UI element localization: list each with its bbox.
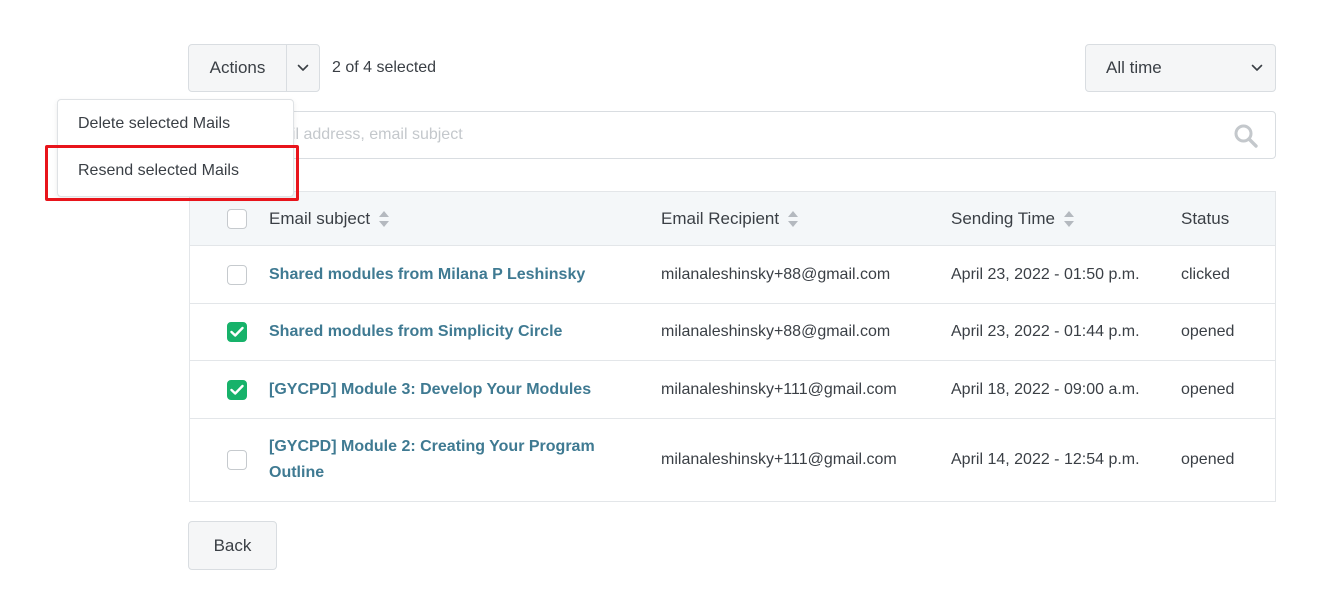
status-text: opened	[1181, 323, 1235, 340]
email-subject-link[interactable]: [GYCPD] Module 3: Develop Your Modules	[269, 377, 591, 403]
email-recipient: milanaleshinsky+111@gmail.com	[661, 380, 897, 398]
column-header-sending-time[interactable]: Sending Time	[951, 192, 1171, 245]
back-button[interactable]: Back	[188, 521, 277, 570]
email-subject-link[interactable]: [GYCPD] Module 2: Creating Your Program …	[269, 434, 609, 486]
column-header-label: Status	[1181, 208, 1230, 228]
email-recipient: milanaleshinsky+88@gmail.com	[661, 323, 891, 340]
checkmark-icon	[230, 384, 244, 395]
status-text: opened	[1181, 451, 1235, 468]
column-header-label: Email subject	[269, 208, 371, 228]
column-header-label: Sending Time	[951, 208, 1055, 228]
search-input[interactable]	[189, 112, 1219, 158]
table-header: Email subject Email Recipient Sending Ti…	[190, 192, 1275, 246]
status-text: clicked	[1181, 265, 1230, 283]
status-text: opened	[1181, 380, 1235, 398]
sending-time: April 14, 2022 - 12:54 p.m.	[951, 451, 1140, 468]
search-icon	[1234, 124, 1258, 148]
table-row: Shared modules from Milana P Leshinsky m…	[190, 246, 1275, 304]
actions-dropdown-toggle[interactable]	[287, 45, 319, 91]
row-checkbox[interactable]	[227, 264, 247, 285]
time-filter-select[interactable]: All time	[1085, 44, 1276, 92]
row-checkbox[interactable]	[227, 450, 247, 470]
selection-count: 2 of 4 selected	[332, 59, 437, 76]
menu-item-delete-selected[interactable]: Delete selected Mails	[58, 101, 293, 147]
chevron-down-icon	[1251, 64, 1263, 71]
table-row: Shared modules from Simplicity Circle mi…	[190, 304, 1275, 361]
sort-icon	[378, 210, 390, 228]
column-header-status: Status	[1181, 192, 1271, 245]
email-subject-link[interactable]: Shared modules from Milana P Leshinsky	[269, 262, 585, 288]
menu-item-resend-selected[interactable]: Resend selected Mails	[58, 148, 293, 194]
row-checkbox[interactable]	[227, 379, 247, 400]
row-checkbox[interactable]	[227, 322, 247, 342]
sending-time: April 23, 2022 - 01:44 p.m.	[951, 323, 1140, 340]
column-header-recipient[interactable]: Email Recipient	[661, 192, 931, 245]
sending-time: April 18, 2022 - 09:00 a.m.	[951, 380, 1140, 398]
mail-table: Email subject Email Recipient Sending Ti…	[189, 191, 1276, 502]
email-subject-link[interactable]: Shared modules from Simplicity Circle	[269, 319, 562, 345]
time-filter-value: All time	[1106, 58, 1162, 77]
column-header-label: Email Recipient	[661, 208, 780, 228]
actions-button[interactable]: Actions	[189, 45, 287, 91]
checkmark-icon	[230, 326, 244, 337]
email-recipient: milanaleshinsky+111@gmail.com	[661, 451, 897, 468]
actions-split-button: Actions	[188, 44, 320, 92]
table-row: [GYCPD] Module 2: Creating Your Program …	[190, 419, 1275, 501]
search-button[interactable]	[1233, 123, 1259, 149]
sort-icon	[787, 210, 799, 228]
table-row: [GYCPD] Module 3: Develop Your Modules m…	[190, 361, 1275, 419]
column-header-subject[interactable]: Email subject	[269, 192, 629, 245]
email-recipient: milanaleshinsky+88@gmail.com	[661, 265, 891, 283]
actions-menu: Delete selected Mails Resend selected Ma…	[57, 99, 294, 197]
sort-icon	[1063, 210, 1075, 228]
search-box	[188, 111, 1276, 159]
chevron-down-icon	[297, 64, 309, 71]
sending-time: April 23, 2022 - 01:50 p.m.	[951, 265, 1140, 283]
select-all-checkbox[interactable]	[227, 208, 247, 229]
